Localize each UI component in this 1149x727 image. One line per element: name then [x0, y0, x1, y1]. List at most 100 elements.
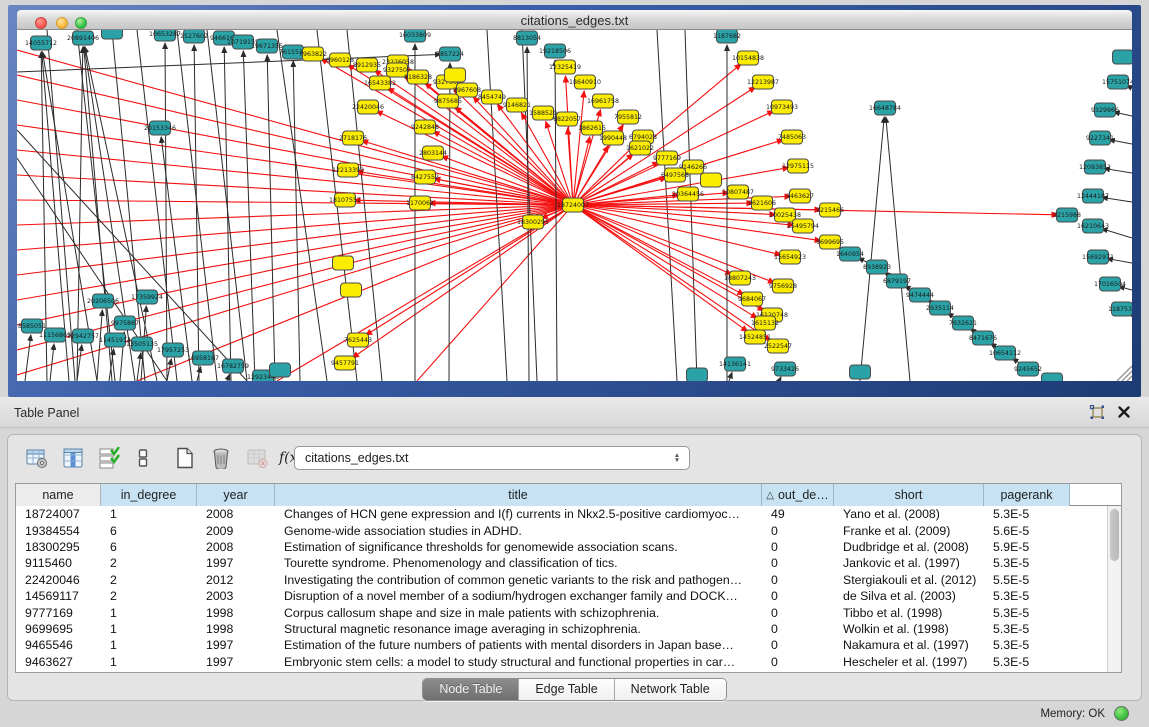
black-edge[interactable]	[267, 55, 275, 381]
graph-node-yellow[interactable]	[333, 256, 354, 270]
black-edge[interactable]	[165, 43, 167, 381]
graph-node-teal[interactable]: 15751074	[1102, 75, 1132, 89]
graph-node-yellow[interactable]: 9463627	[786, 189, 814, 203]
graph-node-teal[interactable]: 17016504	[1094, 277, 1126, 291]
memory-ok-icon[interactable]	[1114, 706, 1129, 721]
column-header-name[interactable]: name	[16, 484, 101, 506]
graph-node-yellow[interactable]: 8454749	[478, 90, 506, 104]
graph-node-yellow[interactable]: 7485063	[778, 130, 806, 144]
red-edge[interactable]	[17, 205, 573, 375]
table-vertical-scrollbar[interactable]	[1107, 506, 1121, 672]
graph-node-yellow[interactable]: 1990448	[599, 131, 627, 145]
graph-node-yellow[interactable]: 15654923	[774, 250, 806, 264]
column-header-short[interactable]: short	[834, 484, 984, 506]
table-row[interactable]: 911546021997Tourette syndrome. Phenomeno…	[16, 555, 1107, 571]
graph-node-teal[interactable]	[850, 365, 871, 379]
graph-node-teal[interactable]: 16648784	[869, 101, 901, 115]
close-panel-icon[interactable]	[1117, 405, 1131, 419]
graph-node-teal[interactable]: 17957253	[157, 343, 189, 357]
graph-node-yellow[interactable]: 9875685	[434, 94, 462, 108]
network-window-titlebar[interactable]: citations_edges.txt	[17, 10, 1132, 30]
graph-node-teal[interactable]: 15692971	[1082, 250, 1114, 264]
column-header-pagerank[interactable]: pagerank	[984, 484, 1070, 506]
black-edge[interactable]	[729, 372, 732, 381]
graph-node-teal[interactable]: 14055712	[25, 36, 57, 50]
graph-node-teal[interactable]: 12444187	[1077, 189, 1109, 203]
graph-node-teal[interactable]: 9733426	[771, 362, 799, 376]
graph-node-teal[interactable]	[1042, 373, 1063, 381]
tab-node-table[interactable]: Node Table	[423, 679, 519, 700]
column-header-title[interactable]: title	[275, 484, 762, 506]
red-edge[interactable]	[17, 205, 573, 350]
graph-node-yellow[interactable]: 12325419	[549, 60, 581, 74]
red-edge[interactable]	[573, 205, 757, 318]
black-edge[interactable]	[227, 374, 230, 381]
graph-node-yellow[interactable]: 14524851	[739, 330, 771, 344]
graph-node-yellow[interactable]: 2522547	[764, 339, 792, 353]
network-graph-canvas[interactable]: 1405571220891406106532871527602946616010…	[17, 30, 1132, 381]
red-edge[interactable]	[573, 91, 584, 205]
table-row[interactable]: 977716911998Corpus callosum shape and si…	[16, 604, 1107, 620]
graph-node-yellow[interactable]: 18107552	[329, 193, 361, 207]
table-row[interactable]: 946362711997Embryonic stem cells: a mode…	[16, 654, 1107, 670]
graph-node-teal[interactable]	[687, 368, 708, 381]
graph-node-teal[interactable]: 12093852	[1079, 160, 1111, 174]
graph-node-teal[interactable]: 9474444	[906, 288, 934, 302]
graph-node-teal[interactable]: 8585051	[18, 319, 46, 333]
table-row[interactable]: 969969511998Structural magnetic resonanc…	[16, 621, 1107, 637]
graph-node-yellow[interactable]: 9215466	[816, 203, 844, 217]
graph-node-teal[interactable]: 1187682	[713, 30, 741, 43]
graph-node-yellow[interactable]: 8427552	[411, 170, 439, 184]
scrollbar-thumb[interactable]	[1110, 509, 1119, 561]
graph-node-yellow[interactable]: 12213987	[747, 75, 779, 89]
graph-node-yellow[interactable]: 1862615	[578, 121, 606, 135]
graph-node-yellow[interactable]: 1615132	[751, 316, 779, 330]
graph-node-yellow[interactable]: 16961758	[587, 94, 619, 108]
graph-node-teal[interactable]: 19218506	[539, 44, 571, 58]
tab-edge-table[interactable]: Edge Table	[519, 679, 614, 700]
black-edge[interactable]	[487, 30, 507, 381]
graph-node-teal[interactable]: 8938923	[863, 260, 891, 274]
black-edge[interactable]	[137, 353, 141, 381]
graph-node-teal[interactable]: 1640954	[836, 247, 864, 261]
graph-node-yellow[interactable]: 9777169	[653, 151, 681, 165]
graph-node-teal[interactable]: 1527602	[180, 30, 208, 43]
table-source-dropdown[interactable]: citations_edges.txt ▲▼	[294, 446, 690, 470]
graph-node-teal[interactable]: 10654112	[989, 346, 1021, 360]
graph-node-teal[interactable]	[102, 30, 123, 39]
graph-node-yellow[interactable]: 8960128	[326, 53, 354, 67]
graph-node-teal[interactable]: 10653287	[149, 30, 181, 41]
graph-node-teal[interactable]: 20891406	[67, 31, 99, 45]
delete-table-icon[interactable]	[244, 445, 270, 471]
graph-node-teal[interactable]: 9215988	[1053, 208, 1081, 222]
red-edge[interactable]	[417, 205, 573, 381]
graph-node-yellow[interactable]: 7955812	[614, 110, 642, 124]
new-file-icon[interactable]	[172, 445, 198, 471]
graph-node-teal[interactable]: 8813054	[513, 31, 541, 45]
black-edge[interactable]	[177, 30, 217, 381]
black-edge[interactable]	[657, 30, 677, 381]
graph-node-teal[interactable]: 20206506	[87, 294, 119, 308]
black-edge[interactable]	[25, 335, 31, 381]
graph-node-teal[interactable]: 2935114	[926, 301, 954, 315]
graph-node-teal[interactable]: 8471676	[969, 331, 997, 345]
graph-node-teal[interactable]: 6879197	[883, 274, 911, 288]
tab-network-table[interactable]: Network Table	[615, 679, 726, 700]
red-edge[interactable]	[573, 205, 748, 332]
black-edge[interactable]	[779, 377, 781, 381]
graph-node-teal[interactable]: 7632621	[949, 316, 977, 330]
graph-node-teal[interactable]: 17359924	[131, 290, 163, 304]
trash-icon[interactable]	[208, 445, 234, 471]
graph-node-teal[interactable]: 14136141	[719, 357, 751, 371]
graph-node-teal[interactable]: 16782759	[217, 359, 249, 373]
graph-node-yellow[interactable]: 8912935	[353, 58, 381, 72]
red-edge[interactable]	[17, 205, 573, 300]
graph-node-yellow[interactable]: 7625443	[344, 333, 372, 347]
graph-node-yellow[interactable]: 18640910	[569, 75, 601, 89]
table-row[interactable]: 1938455462009Genome-wide association stu…	[16, 522, 1107, 538]
table-row[interactable]: 946554611997Estimation of the future num…	[16, 637, 1107, 653]
red-edge[interactable]	[573, 205, 732, 274]
graph-node-teal[interactable]: 9245652	[1014, 362, 1042, 376]
table-row[interactable]: 1456911722003Disruption of a novel membe…	[16, 588, 1107, 604]
graph-node-yellow[interactable]: 9146821	[503, 98, 531, 112]
